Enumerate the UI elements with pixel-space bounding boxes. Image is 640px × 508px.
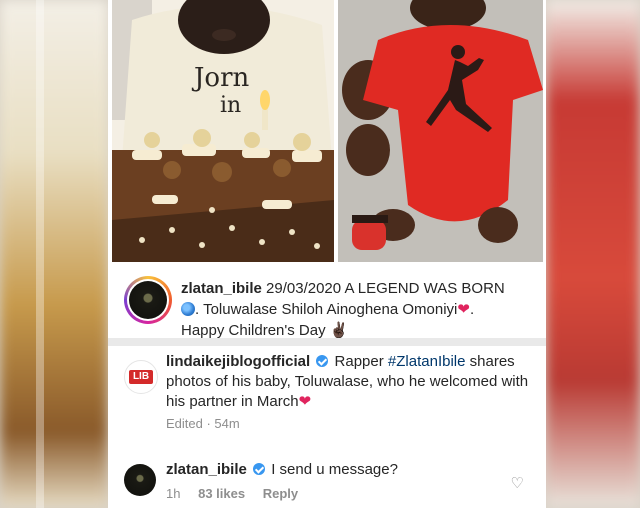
baby-cake-image: Jorn in: [112, 0, 334, 262]
divider: [108, 338, 546, 346]
heart-icon: ❤: [457, 301, 470, 318]
comment-text: zlatan_ibile I send u message?: [166, 460, 536, 480]
comment-meta: Edited · 54m: [166, 416, 240, 431]
heart-like-icon[interactable]: ♡: [511, 474, 524, 492]
comment-zlatan: zlatan_ibile I send u message? 1h 83 lik…: [108, 446, 546, 508]
comment-text-part: Rapper: [330, 353, 388, 370]
avatar[interactable]: [124, 464, 156, 496]
comment-body: I send u message?: [267, 461, 398, 478]
lib-logo: LIB: [129, 370, 153, 384]
heart-icon: ❤: [298, 393, 312, 410]
caption-end-dot: .: [469, 301, 475, 318]
blurred-background-left: [0, 0, 108, 508]
caption-line-2: . Toluwalase Shiloh Ainoghena Omoniyi: [195, 301, 458, 318]
caption-username[interactable]: zlatan_ibile: [181, 280, 262, 297]
avatar: [129, 281, 167, 319]
photo-collage: Jorn in: [108, 0, 546, 270]
background-edge: [36, 0, 44, 508]
comment-username[interactable]: zlatan_ibile: [166, 461, 247, 478]
comment-text: lindaikejiblogofficial Rapper #ZlatanIbi…: [166, 352, 536, 412]
hashtag-link[interactable]: #ZlatanIbile: [388, 353, 466, 370]
avatar[interactable]: LIB: [124, 360, 158, 394]
globe-icon: [181, 302, 195, 316]
peace-hand-icon: ✌🏿: [329, 322, 349, 339]
photo-baby-red-onesie[interactable]: [338, 0, 543, 262]
blurred-background-right: [546, 0, 640, 508]
comment-lindaikeji: LIB lindaikejiblogofficial Rapper #Zlata…: [108, 346, 546, 446]
verified-badge-icon: [253, 463, 266, 475]
shirt-text-2: in: [220, 93, 241, 118]
comment-meta: 1h 83 likes Reply: [166, 486, 312, 501]
comment-likes-link[interactable]: 83 likes: [198, 486, 245, 501]
caption-text: zlatan_ibile 29/03/2020 A LEGEND WAS BOR…: [181, 278, 536, 341]
post-caption: zlatan_ibile 29/03/2020 A LEGEND WAS BOR…: [108, 268, 546, 341]
reply-button[interactable]: Reply: [263, 486, 298, 501]
caption-line-3: Happy Children's Day: [181, 322, 330, 339]
instagram-post: Jorn in zlatan_ibile 29/03/2020 A LEGEND…: [108, 0, 546, 508]
shirt-text-1: Jorn: [191, 63, 250, 93]
photo-baby-with-cake[interactable]: Jorn in: [112, 0, 334, 262]
baby-onesie-image: [338, 0, 543, 262]
story-ring[interactable]: [124, 276, 172, 324]
comment-username[interactable]: lindaikejiblogofficial: [166, 353, 310, 370]
verified-badge-icon: [316, 355, 329, 367]
comment-time: 1h: [166, 486, 181, 501]
caption-line-1: 29/03/2020 A LEGEND WAS BORN: [261, 280, 505, 297]
